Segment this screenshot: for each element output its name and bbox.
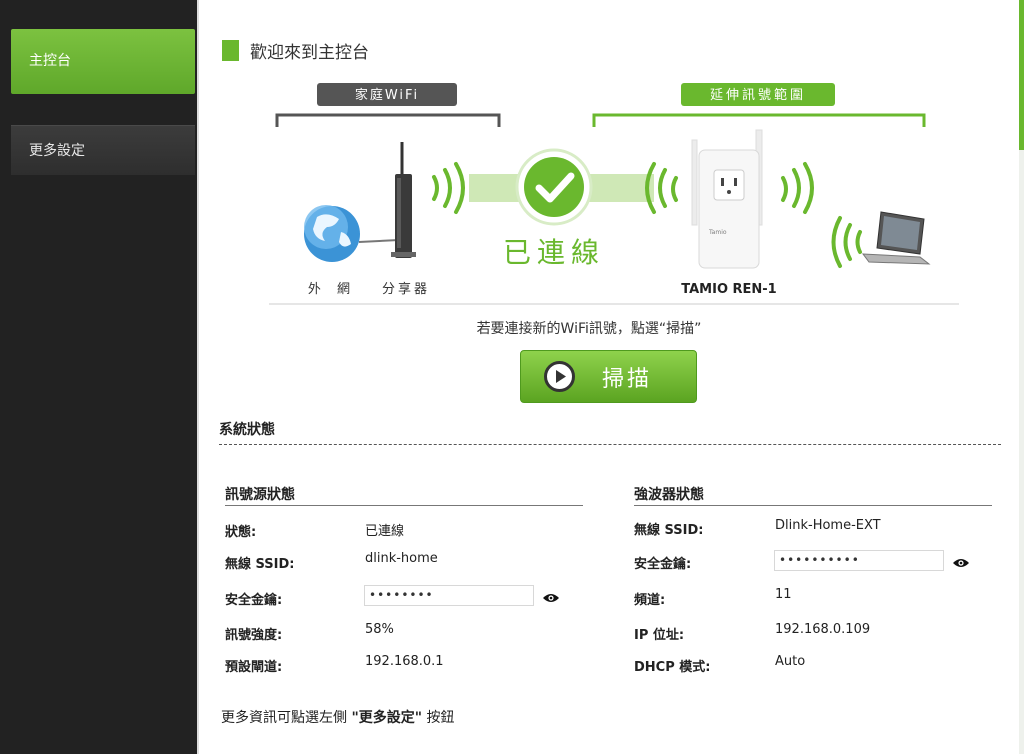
home-wifi-bracket: 家庭WiFi (275, 83, 501, 127)
internet-label: 外 網 (308, 282, 356, 297)
source-strength-label: 訊號強度: (225, 628, 283, 643)
main-content: 歡迎來到主控台 家庭WiFi 延伸訊號範圍 已連線 Tamio 外 網 分享器 … (199, 0, 1019, 754)
source-ssid-label: 無線 SSID: (225, 557, 295, 572)
extend-range-bracket: 延伸訊號範圍 (592, 83, 926, 127)
page-title: 歡迎來到主控台 (250, 43, 369, 63)
extender-dhcp-value: Auto (775, 654, 806, 669)
sidebar-item-more-settings[interactable]: 更多設定 (11, 125, 195, 175)
more-info-note: 更多資訊可點選左側 "更多設定" 按鈕 (221, 707, 455, 727)
scrollbar[interactable] (1019, 0, 1024, 754)
title-accent-bar (222, 40, 239, 61)
more-info-suffix: 按鈕 (422, 710, 455, 726)
scrollbar-thumb[interactable] (1019, 0, 1024, 150)
extender-ip-value: 192.168.0.109 (775, 622, 871, 637)
laptop-wifi-waves (831, 216, 862, 268)
device-model-label: TAMIO REN-1 (681, 282, 776, 297)
extender-out-waves (781, 162, 814, 214)
sidebar-item-dashboard[interactable]: 主控台 (11, 29, 195, 94)
scan-button-label: 掃描 (602, 367, 653, 392)
source-status-value: 已連線 (365, 524, 405, 539)
connected-label: 已連線 (503, 236, 605, 269)
play-icon (544, 361, 575, 392)
more-info-prefix: 更多資訊可點選左側 (221, 710, 352, 726)
more-info-link: "更多設定" (351, 710, 423, 726)
source-status-label: 狀態: (225, 525, 257, 540)
extender-channel-value: 11 (775, 587, 792, 602)
extender-dhcp-label: DHCP 模式: (634, 660, 711, 675)
source-key-eye-icon[interactable] (542, 592, 560, 604)
router-wifi-waves (432, 162, 465, 214)
extender-ssid-label: 無線 SSID: (634, 523, 704, 538)
network-diagram: 家庭WiFi 延伸訊號範圍 已連線 Tamio 外 網 分享器 TAMIO RE… (269, 83, 959, 305)
source-gateway-label: 預設閘道: (225, 660, 283, 675)
check-icon (515, 148, 593, 226)
extender-ssid-value: Dlink-Home-EXT (775, 518, 881, 533)
source-strength-value: 58% (365, 622, 394, 637)
extender-channel-label: 頻道: (634, 593, 666, 608)
extend-range-label: 延伸訊號範圍 (710, 88, 806, 103)
sidebar: 主控台 更多設定 (0, 0, 197, 754)
system-status-title: 系統狀態 (219, 422, 275, 438)
laptop-icon (861, 211, 931, 265)
globe-icon (304, 205, 400, 262)
extender-ip-label: IP 位址: (634, 628, 685, 643)
source-status-title: 訊號源狀態 (225, 487, 295, 503)
scan-button[interactable]: 掃描 (520, 350, 697, 403)
extender-brand: Tamio (708, 229, 727, 236)
system-status-divider (219, 444, 1001, 445)
source-key-label: 安全金鑰: (225, 593, 283, 608)
extender-key-eye-icon[interactable] (952, 557, 970, 569)
source-key-field[interactable]: •••••••• (364, 585, 534, 606)
source-status-divider (225, 505, 583, 506)
extender-status-title: 強波器狀態 (634, 487, 704, 503)
source-ssid-value: dlink-home (365, 551, 438, 566)
extender-key-label: 安全金鑰: (634, 557, 692, 572)
source-gateway-value: 192.168.0.1 (365, 654, 444, 669)
scan-hint: 若要連接新的WiFi訊號，點選“掃描” (476, 321, 702, 337)
home-wifi-label: 家庭WiFi (355, 87, 419, 103)
extender-icon: Tamio (691, 129, 763, 269)
extender-status-divider (634, 505, 992, 506)
router-label: 分享器 (382, 281, 430, 297)
extender-key-field[interactable]: •••••••••• (774, 550, 944, 571)
